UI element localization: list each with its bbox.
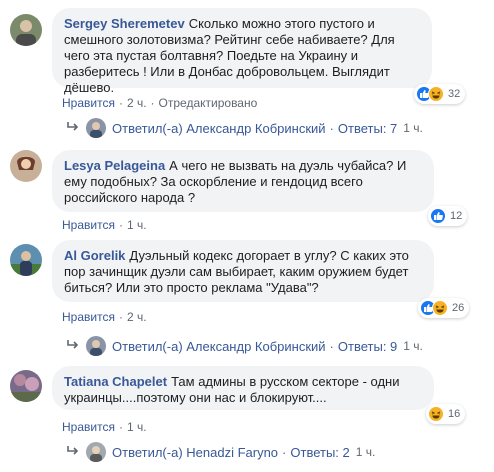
reply-count: Ответы: 7 [337, 120, 398, 136]
replies-link[interactable]: Ответил(-а) Henadzi Faryno · Ответы: 2 1 ч… [66, 442, 375, 462]
comment-time[interactable]: 2 ч. [127, 96, 147, 110]
haha-reaction-icon [428, 86, 444, 102]
reply-time[interactable]: 1 ч. [356, 445, 376, 459]
reaction-summary[interactable]: 26 [418, 298, 470, 318]
comment-bubble: Sergey Sheremetev Сколько можно этого пус… [52, 8, 432, 95]
like-button[interactable]: Нравится [62, 218, 115, 232]
comment-author[interactable]: Tatiana Chapelet [64, 374, 167, 389]
reaction-summary[interactable]: 12 [428, 206, 468, 226]
like-button[interactable]: Нравится [62, 420, 115, 434]
reply-time[interactable]: 1 ч. [403, 121, 423, 135]
comment-actions: Нравится · 1 ч. [62, 218, 147, 232]
like-button[interactable]: Нравится [62, 96, 115, 110]
reply-count: Ответы: 2 [290, 444, 350, 460]
reply-arrow-icon [66, 339, 82, 354]
reaction-count: 26 [452, 302, 465, 314]
reply-avatar [86, 442, 106, 462]
reaction-count: 16 [448, 408, 461, 420]
reply-avatar [86, 336, 106, 356]
comment-time[interactable]: 1 ч. [127, 420, 147, 434]
replies-link[interactable]: Ответил(-а) Александр Кобринский · Ответы:… [66, 118, 423, 138]
reply-arrow-icon [66, 445, 82, 460]
comment-author[interactable]: Al Gorelik [64, 248, 125, 263]
reaction-summary[interactable]: 32 [414, 84, 466, 104]
avatar[interactable] [10, 14, 42, 46]
reply-avatar [86, 118, 106, 138]
reply-author-label: Ответил(-а) Александр Кобринский [112, 338, 326, 354]
replies-link[interactable]: Ответил(-а) Александр Кобринский · Ответы:… [66, 336, 423, 356]
edited-label[interactable]: Отредактировано [159, 96, 258, 110]
reaction-count: 32 [448, 88, 461, 100]
comment-time[interactable]: 1 ч. [127, 218, 147, 232]
comment-author[interactable]: Sergey Sheremetev [64, 16, 185, 31]
comment-actions: Нравится · 1 ч. [62, 420, 147, 434]
comment-bubble: Al Gorelik Дуэльный кодекс догорает в угл… [52, 240, 434, 302]
reply-arrow-icon [66, 121, 82, 136]
comment-actions: Нравится · 2 ч. · Отредактировано [62, 96, 258, 110]
reply-count: Ответы: 9 [337, 338, 398, 354]
reply-author-label: Ответил(-а) Александр Кобринский [112, 120, 326, 136]
like-button[interactable]: Нравится [62, 310, 115, 324]
comment-author[interactable]: Lesya Pelageina [64, 158, 165, 173]
reaction-count: 12 [450, 210, 463, 222]
reaction-summary[interactable]: 16 [426, 404, 466, 424]
comment-bubble: Tatiana Chapelet Там админы в русском сек… [52, 366, 434, 410]
like-reaction-icon [430, 208, 446, 224]
avatar[interactable] [10, 150, 42, 182]
haha-reaction-icon [428, 406, 444, 422]
avatar[interactable] [10, 244, 42, 276]
comment-time[interactable]: 2 ч. [127, 310, 147, 324]
comment-actions: Нравится · 2 ч. [62, 310, 147, 324]
reply-author-label: Ответил(-а) Henadzi Faryno [112, 444, 279, 460]
reply-time[interactable]: 1 ч. [403, 339, 423, 353]
avatar[interactable] [10, 370, 42, 402]
comment-bubble: Lesya Pelageina А чего не вызвать на дуэл… [52, 150, 434, 212]
haha-reaction-icon [432, 300, 448, 316]
